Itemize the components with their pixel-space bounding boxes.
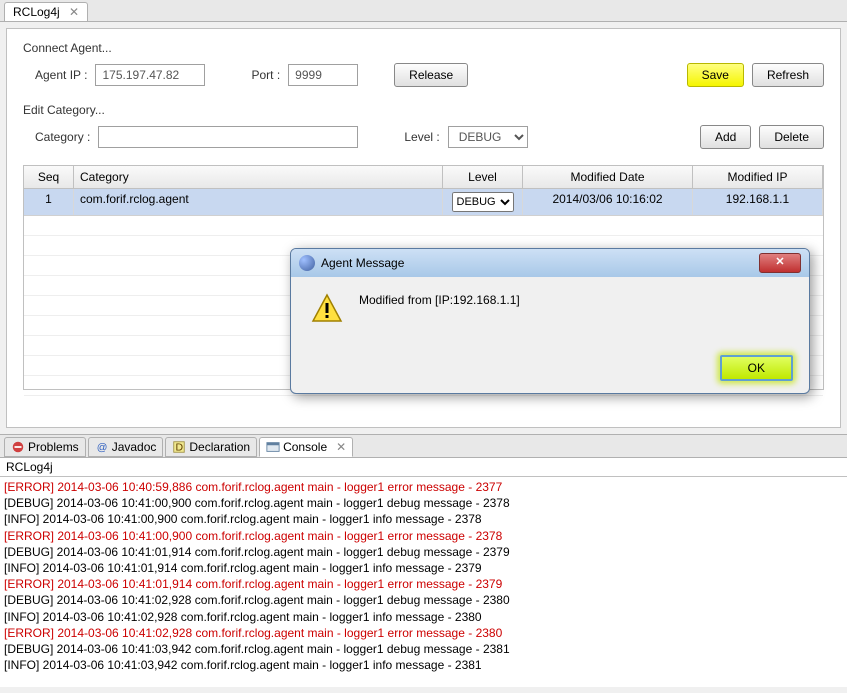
tab-label: Console bbox=[283, 440, 327, 454]
log-line: [INFO] 2014-03-06 10:41:01,914 com.forif… bbox=[4, 560, 843, 576]
ok-button[interactable]: OK bbox=[720, 355, 793, 381]
log-line: [ERROR] 2014-03-06 10:41:00,900 com.fori… bbox=[4, 528, 843, 544]
add-button[interactable]: Add bbox=[700, 125, 751, 149]
log-line: [INFO] 2014-03-06 10:41:02,928 com.forif… bbox=[4, 609, 843, 625]
agent-ip-input[interactable] bbox=[95, 64, 205, 86]
eclipse-icon bbox=[299, 255, 315, 271]
close-icon[interactable]: ✕ bbox=[336, 440, 346, 454]
console-subtitle: RCLog4j bbox=[0, 458, 847, 477]
declaration-icon: D bbox=[172, 440, 186, 454]
delete-button[interactable]: Delete bbox=[759, 125, 824, 149]
tab-console[interactable]: Console ✕ bbox=[259, 437, 353, 457]
svg-text:D: D bbox=[176, 442, 184, 454]
console-output[interactable]: [ERROR] 2014-03-06 10:40:59,886 com.fori… bbox=[0, 477, 847, 687]
log-line: [DEBUG] 2014-03-06 10:41:03,942 com.fori… bbox=[4, 641, 843, 657]
tab-javadoc[interactable]: @ Javadoc bbox=[88, 437, 164, 457]
log-line: [ERROR] 2014-03-06 10:41:01,914 com.fori… bbox=[4, 576, 843, 592]
save-button[interactable]: Save bbox=[687, 63, 744, 87]
table-header: Seq Category Level Modified Date Modifie… bbox=[24, 166, 823, 189]
connect-agent-label: Connect Agent... bbox=[23, 41, 824, 55]
level-label: Level : bbox=[404, 130, 439, 144]
release-button[interactable]: Release bbox=[394, 63, 468, 87]
tab-declaration[interactable]: D Declaration bbox=[165, 437, 257, 457]
tab-label: Declaration bbox=[189, 440, 250, 454]
edit-category-label: Edit Category... bbox=[23, 103, 824, 117]
log-line: [INFO] 2014-03-06 10:41:00,900 com.forif… bbox=[4, 511, 843, 527]
th-ip[interactable]: Modified IP bbox=[693, 166, 823, 188]
port-label: Port : bbox=[251, 68, 280, 82]
row-level-select[interactable]: DEBUG bbox=[452, 192, 514, 212]
th-category[interactable]: Category bbox=[74, 166, 443, 188]
connect-agent-row: Agent IP : Port : Release Save Refresh bbox=[23, 63, 824, 87]
cell-ip: 192.168.1.1 bbox=[693, 189, 823, 215]
dialog-close-button[interactable]: ✕ bbox=[759, 253, 801, 273]
refresh-button[interactable]: Refresh bbox=[752, 63, 824, 87]
tab-label: Javadoc bbox=[112, 440, 157, 454]
tab-label: Problems bbox=[28, 440, 79, 454]
th-seq[interactable]: Seq bbox=[24, 166, 74, 188]
dialog-message: Modified from [IP:192.168.1.1] bbox=[359, 293, 520, 307]
editor-tab-bar: RCLog4j ✕ bbox=[0, 0, 847, 22]
cell-seq: 1 bbox=[24, 189, 74, 215]
dialog-title: Agent Message bbox=[321, 256, 759, 270]
port-input[interactable] bbox=[288, 64, 358, 86]
javadoc-icon: @ bbox=[95, 440, 109, 454]
cell-level[interactable]: DEBUG bbox=[443, 189, 523, 215]
tab-problems[interactable]: Problems bbox=[4, 437, 86, 457]
tab-label: RCLog4j bbox=[13, 5, 60, 19]
category-label: Category : bbox=[35, 130, 90, 144]
table-row[interactable]: 1com.forif.rclog.agent DEBUG 2014/03/06 10… bbox=[24, 189, 823, 216]
log-line: [ERROR] 2014-03-06 10:41:02,928 com.fori… bbox=[4, 625, 843, 641]
agent-ip-label: Agent IP : bbox=[35, 68, 87, 82]
level-select[interactable]: DEBUG bbox=[448, 126, 528, 148]
category-input[interactable] bbox=[98, 126, 358, 148]
log-line: [DEBUG] 2014-03-06 10:41:01,914 com.fori… bbox=[4, 544, 843, 560]
edit-category-row: Category : Level : DEBUG Add Delete bbox=[23, 125, 824, 149]
bottom-view-tabs: Problems @ Javadoc D Declaration Console… bbox=[0, 434, 847, 458]
warning-icon bbox=[311, 293, 343, 325]
close-icon[interactable]: ✕ bbox=[69, 5, 79, 19]
log-line: [INFO] 2014-03-06 10:41:03,942 com.forif… bbox=[4, 657, 843, 673]
log-line: [DEBUG] 2014-03-06 10:41:00,900 com.fori… bbox=[4, 495, 843, 511]
svg-text:@: @ bbox=[96, 442, 107, 454]
log-line: [ERROR] 2014-03-06 10:40:59,886 com.fori… bbox=[4, 479, 843, 495]
problems-icon bbox=[11, 440, 25, 454]
cell-category: com.forif.rclog.agent bbox=[74, 189, 443, 215]
agent-message-dialog: Agent Message ✕ Modified from [IP:192.16… bbox=[290, 248, 810, 394]
th-level[interactable]: Level bbox=[443, 166, 523, 188]
log-line: [DEBUG] 2014-03-06 10:41:02,928 com.fori… bbox=[4, 592, 843, 608]
dialog-titlebar[interactable]: Agent Message ✕ bbox=[291, 249, 809, 277]
cell-date: 2014/03/06 10:16:02 bbox=[523, 189, 693, 215]
console-icon bbox=[266, 440, 280, 454]
th-date[interactable]: Modified Date bbox=[523, 166, 693, 188]
tab-rclog4j[interactable]: RCLog4j ✕ bbox=[4, 2, 88, 21]
dialog-body: Modified from [IP:192.168.1.1] bbox=[291, 277, 809, 347]
dialog-footer: OK bbox=[291, 347, 809, 393]
